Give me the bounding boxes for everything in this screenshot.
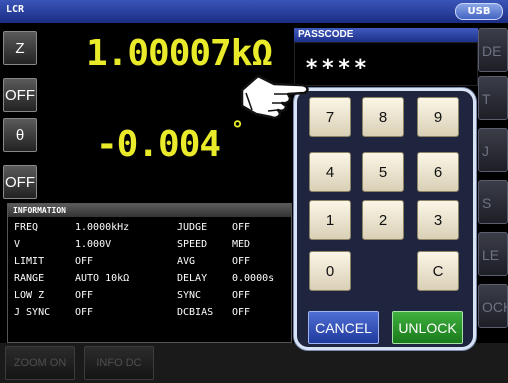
info-label: J SYNC: [14, 307, 51, 318]
pointing-hand-icon: [238, 66, 318, 126]
info-label: V: [14, 239, 21, 250]
info-label: FREQ: [14, 222, 39, 233]
information-panel: INFORMATION FREQ 1.0000kHz JUDGE OFF V 1…: [7, 203, 292, 343]
zoom-on-button[interactable]: ZOOM ON: [5, 346, 75, 380]
info-value: OFF: [232, 307, 251, 318]
key-5[interactable]: 5: [362, 152, 404, 192]
right-button-6[interactable]: OCK: [478, 284, 508, 328]
key-8[interactable]: 8: [362, 97, 404, 137]
info-label: LOW Z: [14, 290, 45, 301]
key-clear[interactable]: C: [417, 251, 459, 291]
info-value: 0.0000s: [232, 273, 275, 284]
param4-button[interactable]: OFF: [3, 165, 37, 199]
info-label: RANGE: [14, 273, 45, 284]
right-button-5[interactable]: LE: [478, 232, 508, 276]
right-button-4[interactable]: S: [478, 180, 508, 224]
param2-button[interactable]: OFF: [3, 78, 37, 112]
info-value: OFF: [75, 307, 94, 318]
info-label: JUDGE: [177, 222, 208, 233]
info-value: OFF: [232, 290, 251, 301]
key-2[interactable]: 2: [362, 200, 404, 240]
key-6[interactable]: 6: [417, 152, 459, 192]
cancel-button[interactable]: CANCEL: [308, 311, 379, 344]
info-value: OFF: [232, 222, 251, 233]
key-4[interactable]: 4: [309, 152, 351, 192]
info-dc-button[interactable]: INFO DC: [84, 346, 154, 380]
unlock-button[interactable]: UNLOCK: [392, 311, 463, 344]
info-label: AVG: [177, 256, 196, 267]
passcode-title: PASSCODE: [294, 28, 478, 42]
info-value: OFF: [232, 256, 251, 267]
mode-label: LCR: [6, 4, 25, 15]
info-value: MED: [232, 239, 251, 250]
secondary-value: -0.004: [96, 124, 221, 165]
key-9[interactable]: 9: [417, 97, 459, 137]
right-button-1[interactable]: DE: [478, 28, 508, 72]
info-label: DCBIAS: [177, 307, 214, 318]
right-button-3[interactable]: J: [478, 128, 508, 172]
info-label: SPEED: [177, 239, 208, 250]
info-value: 1.000V: [75, 239, 112, 250]
info-label: DELAY: [177, 273, 208, 284]
information-title: INFORMATION: [8, 204, 291, 217]
param3-button[interactable]: θ: [3, 118, 37, 152]
usb-indicator: USB: [455, 3, 503, 20]
info-value: AUTO 10kΩ: [75, 273, 130, 284]
info-value: OFF: [75, 256, 94, 267]
top-bar: [0, 0, 508, 23]
key-3[interactable]: 3: [417, 200, 459, 240]
right-button-2[interactable]: T: [478, 76, 508, 120]
info-label: LIMIT: [14, 256, 45, 267]
info-label: SYNC: [177, 290, 202, 301]
info-value: OFF: [75, 290, 94, 301]
param1-button[interactable]: Z: [3, 31, 37, 65]
info-value: 1.0000kHz: [75, 222, 130, 233]
key-1[interactable]: 1: [309, 200, 351, 240]
key-0[interactable]: 0: [309, 251, 351, 291]
